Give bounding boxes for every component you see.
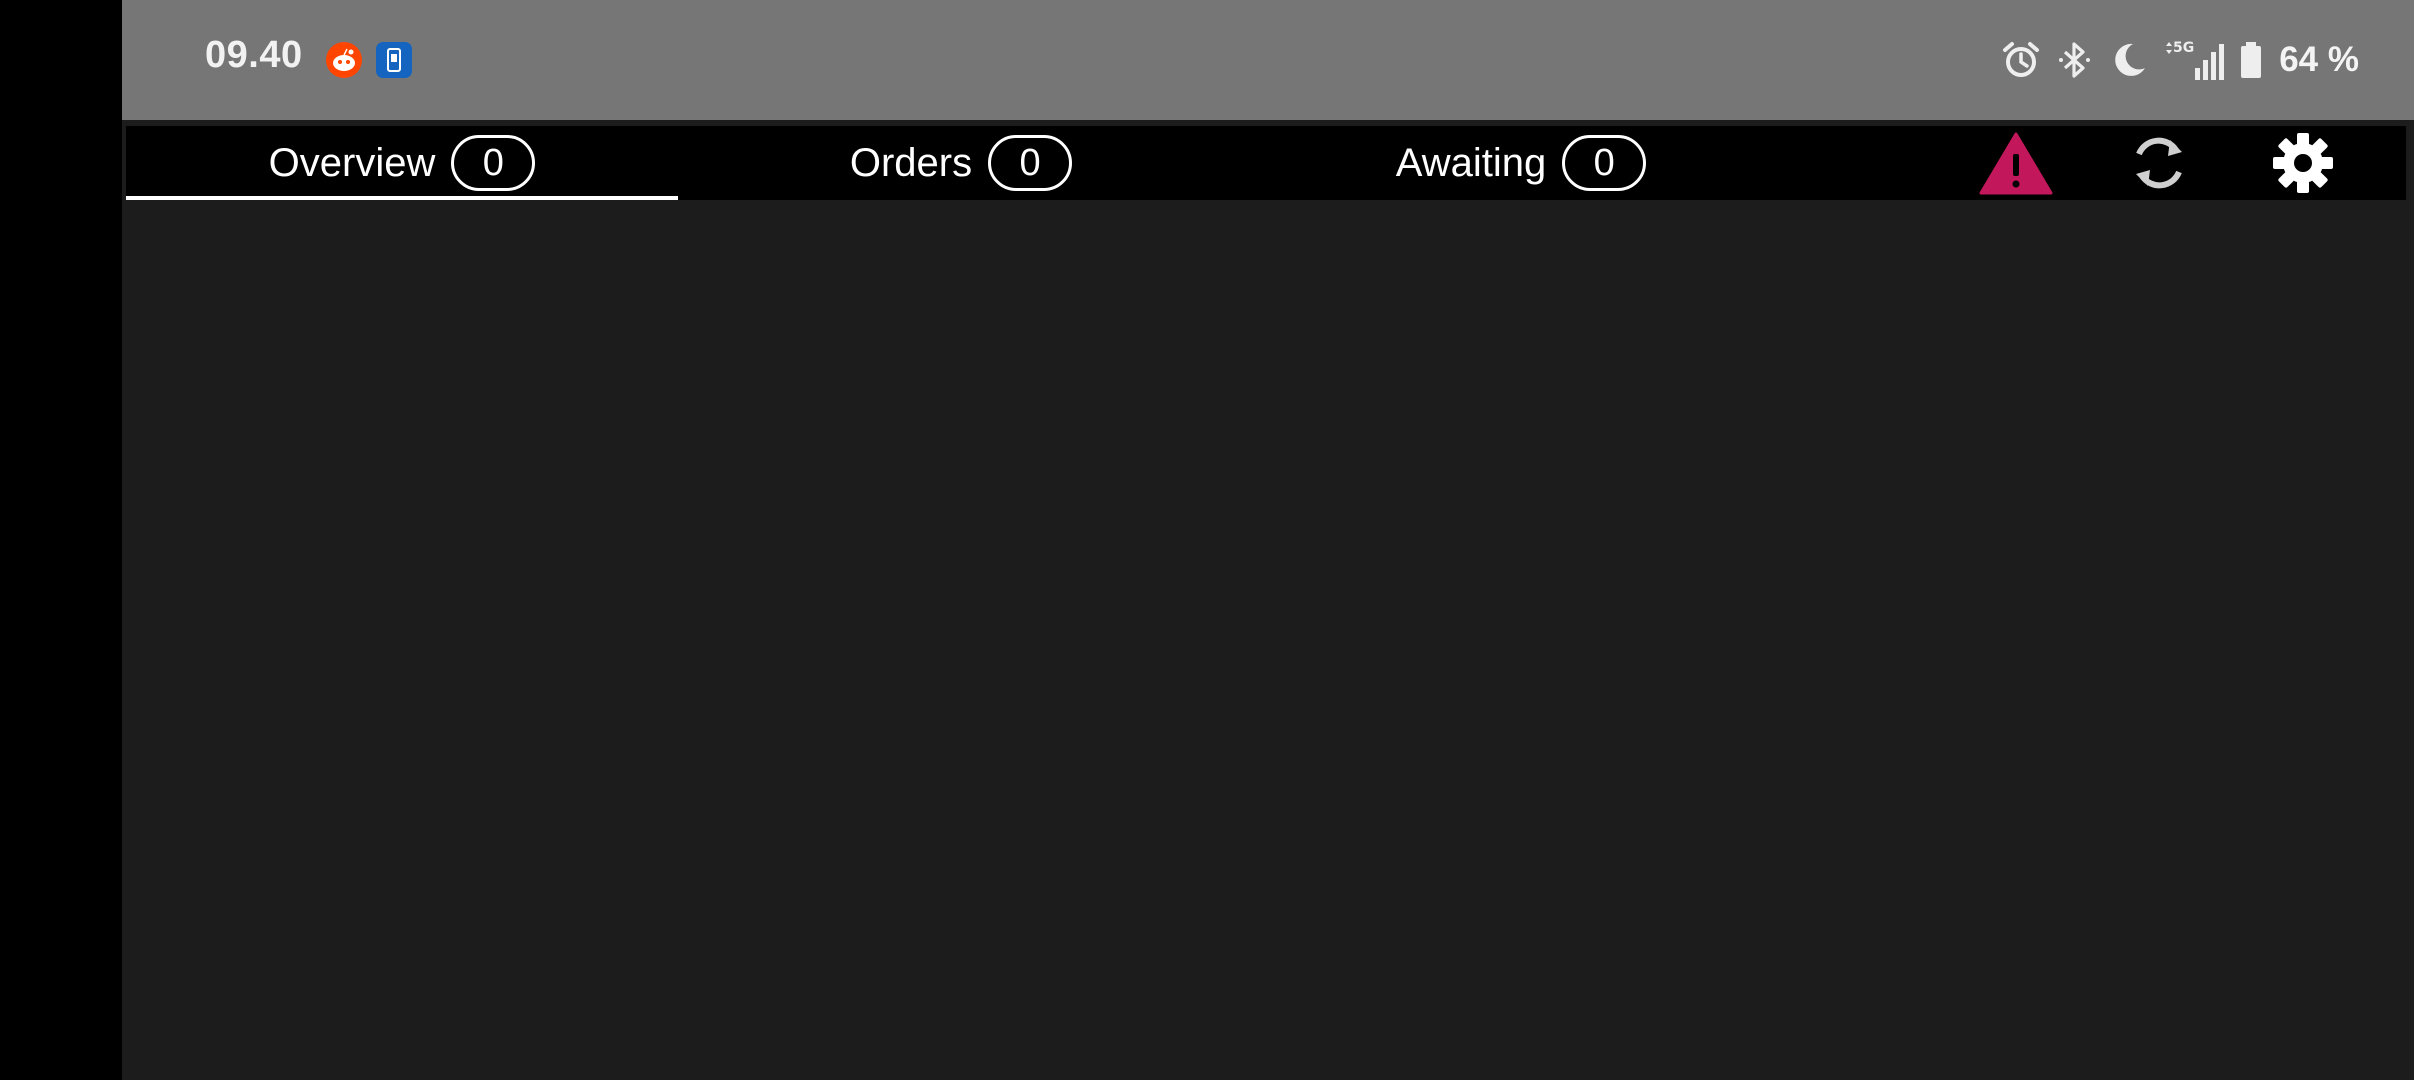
- app-window: 09.40 5G 64 % Overview 0 Orders 0 Awaiti…: [122, 0, 2414, 1080]
- tab-bar: Overview 0 Orders 0 Awaiting 0: [126, 126, 2406, 200]
- battery-percentage: 64 %: [2279, 40, 2359, 79]
- signal-icon: 5G: [2163, 38, 2225, 82]
- content-area: [126, 200, 2406, 1076]
- warning-icon[interactable]: [1976, 130, 2056, 196]
- tab-awaiting[interactable]: Awaiting 0: [1246, 126, 1796, 200]
- bluetooth-icon: [2055, 40, 2095, 80]
- phone-app-icon: [375, 41, 413, 79]
- battery-icon: [2239, 40, 2263, 80]
- tab-overview-count: 0: [451, 135, 536, 191]
- screen: 09.40 5G 64 % Overview 0 Orders 0 Awaiti…: [0, 0, 2414, 1080]
- reddit-icon: [325, 41, 363, 79]
- tab-awaiting-label: Awaiting: [1395, 140, 1547, 185]
- do-not-disturb-icon: [2109, 40, 2149, 80]
- status-bar: 09.40 5G 64 %: [122, 0, 2414, 120]
- tab-orders-label: Orders: [849, 140, 973, 185]
- tab-awaiting-count: 0: [1562, 135, 1647, 191]
- status-time: 09.40: [205, 34, 303, 76]
- svg-text:5G: 5G: [2173, 40, 2194, 56]
- tab-orders-count: 0: [988, 135, 1073, 191]
- settings-icon[interactable]: [2263, 130, 2343, 196]
- status-icons: 5G 64 %: [2001, 32, 2359, 88]
- sync-icon[interactable]: [2119, 130, 2199, 196]
- tab-overview[interactable]: Overview 0: [126, 126, 678, 200]
- alarm-icon: [2001, 40, 2041, 80]
- tab-overview-label: Overview: [268, 140, 436, 185]
- tab-orders[interactable]: Orders 0: [686, 126, 1236, 200]
